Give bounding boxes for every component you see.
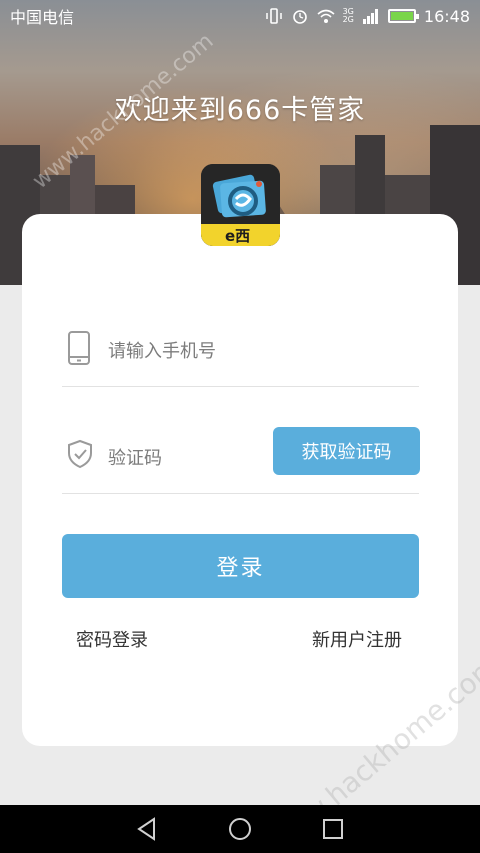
battery-icon: [387, 9, 419, 23]
status-time: 16:48: [423, 6, 470, 26]
back-icon[interactable]: [134, 816, 160, 842]
wifi-icon: [317, 9, 335, 23]
get-code-button[interactable]: 获取验证码: [273, 427, 420, 475]
app-logo: e西: [201, 164, 280, 246]
signal-icon: [362, 9, 378, 24]
password-login-link[interactable]: 密码登录: [76, 626, 148, 652]
network-2g-label: 2G: [342, 15, 354, 24]
alarm-icon: [292, 10, 307, 24]
vibrate-icon: [265, 8, 282, 24]
navigation-bar: [0, 805, 480, 853]
app-logo-badge: e西: [225, 227, 251, 245]
register-link[interactable]: 新用户注册: [312, 626, 402, 652]
shield-check-icon: [68, 439, 92, 469]
status-icons: 3G 2G 16:48: [265, 7, 470, 26]
recents-icon[interactable]: [320, 816, 346, 842]
home-icon[interactable]: [227, 816, 253, 842]
phone-icon: [68, 331, 90, 365]
verification-code-input[interactable]: 验证码: [108, 444, 162, 470]
welcome-title: 欢迎来到666卡管家: [114, 95, 366, 126]
status-bar: 中国电信 3G 2G 16:48: [0, 0, 480, 32]
network-type: 3G 2G: [343, 8, 354, 24]
login-button[interactable]: 登录: [62, 534, 419, 598]
carrier-label: 中国电信: [10, 8, 75, 27]
phone-field[interactable]: 请输入手机号: [62, 310, 419, 387]
phone-input[interactable]: 请输入手机号: [108, 337, 216, 363]
